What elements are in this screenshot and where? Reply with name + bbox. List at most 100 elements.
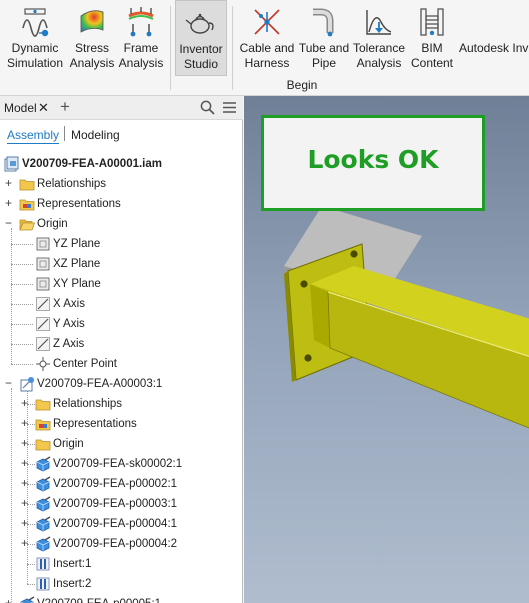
add-tab-icon[interactable]: + (60, 97, 70, 117)
bim-content-button[interactable]: BIM Content (408, 0, 456, 76)
collapse-icon[interactable]: − (4, 377, 13, 389)
tube-and-pipe-label: Tube and Pipe (298, 41, 350, 70)
expand-icon[interactable]: + (20, 397, 29, 409)
tree-item-xz-plane[interactable]: XZ Plane (0, 254, 243, 274)
work-axis-icon (36, 297, 50, 311)
browser-subtabs: Assembly Modeling (0, 122, 243, 144)
expand-icon[interactable]: + (4, 597, 13, 603)
tree-item-origin[interactable]: + Origin (0, 434, 243, 454)
part-icon (36, 456, 51, 472)
tree-item-label: V200709-FEA-sk00002:1 (53, 458, 183, 470)
dynamic-simulation-icon (22, 8, 49, 37)
close-icon[interactable]: ✕ (38, 100, 49, 116)
assembly-doc-icon (4, 156, 19, 172)
tree-item-v200709-fea-a00001-iam[interactable]: V200709-FEA-A00001.iam (0, 154, 243, 174)
tab-assembly[interactable]: Assembly (7, 128, 60, 144)
tab-modeling[interactable]: Modeling (71, 128, 120, 142)
tolerance-analysis-button[interactable]: Tolerance Analysis (351, 0, 407, 76)
tree-item-relationships[interactable]: + Relationships (0, 394, 243, 414)
work-axis-icon (36, 337, 50, 351)
tree-item-v200709-fea-p00002-1[interactable]: + V200709-FEA-p00002:1 (0, 474, 243, 494)
expand-icon[interactable]: + (4, 197, 13, 209)
expand-icon[interactable]: + (20, 417, 29, 429)
search-icon[interactable] (200, 100, 215, 115)
cable-harness-icon (254, 9, 280, 35)
bim-content-icon (420, 8, 444, 36)
expand-icon[interactable]: + (20, 477, 29, 489)
tree-item-origin[interactable]: − Origin (0, 214, 243, 234)
part-icon (36, 496, 51, 512)
expand-icon[interactable]: + (20, 497, 29, 509)
inventor-studio-button[interactable]: Inventor Studio (175, 0, 227, 76)
expand-icon[interactable]: + (20, 457, 29, 469)
tube-pipe-icon (313, 8, 334, 37)
tree-item-label: XY Plane (53, 278, 101, 290)
ribbon-separator (170, 6, 171, 90)
browser-title: Model (4, 101, 37, 115)
expand-icon[interactable]: + (4, 177, 13, 189)
tree-item-label: Insert:2 (53, 578, 92, 590)
tree-item-label: YZ Plane (53, 238, 101, 250)
bolt-hole (300, 280, 308, 288)
tree-item-xy-plane[interactable]: XY Plane (0, 274, 243, 294)
tolerance-analysis-icon (366, 10, 392, 35)
tree-item-v200709-fea-a00003-1[interactable]: − V200709-FEA-A00003:1 (0, 374, 243, 394)
tree-item-v200709-fea-p00004-2[interactable]: + V200709-FEA-p00004:2 (0, 534, 243, 554)
graphics-viewport[interactable]: Looks OK (244, 96, 529, 603)
frame-analysis-icon (128, 7, 154, 37)
tree-item-representations[interactable]: + Representations (0, 414, 243, 434)
part-icon (36, 516, 51, 532)
tree-item-v200709-fea-p00003-1[interactable]: + V200709-FEA-p00003:1 (0, 494, 243, 514)
part-icon (20, 596, 35, 603)
tree-item-label: X Axis (53, 298, 85, 310)
bolt-hole (350, 250, 358, 258)
collapse-icon[interactable]: − (4, 217, 13, 229)
browser-header: Model ✕ + (0, 96, 243, 120)
tree-item-center-point[interactable]: Center Point (0, 354, 243, 374)
tree-item-label: V200709-FEA-A00003:1 (37, 378, 163, 390)
tube-and-pipe-button[interactable]: Tube and Pipe (298, 0, 350, 76)
tree-item-representations[interactable]: + Representations (0, 194, 243, 214)
tree-item-label: Representations (53, 418, 137, 430)
autodesk-inventor-button[interactable]: Autodesk Inv (458, 0, 529, 76)
dynamic-simulation-button[interactable]: Dynamic Simulation (2, 0, 68, 76)
tree-item-v200709-fea-sk00002-1[interactable]: + V200709-FEA-sk00002:1 (0, 454, 243, 474)
autodesk-inventor-label: Autodesk Inv (459, 41, 529, 55)
tree-item-v200709-fea-p00005-1[interactable]: + V200709-FEA-p00005:1 (0, 594, 243, 603)
tree-item-label: Origin (37, 218, 68, 230)
expand-icon[interactable]: + (20, 437, 29, 449)
center-point-icon (36, 357, 50, 371)
tree-item-label: Representations (37, 198, 121, 210)
tree-item-label: V200709-FEA-p00003:1 (53, 498, 178, 510)
tree-item-label: Relationships (37, 178, 107, 190)
tree-item-yz-plane[interactable]: YZ Plane (0, 234, 243, 254)
folder-icon (19, 179, 35, 191)
menu-icon[interactable] (222, 100, 237, 115)
stress-analysis-button[interactable]: Stress Analysis (68, 0, 116, 76)
ribbon: Dynamic Simulation Stress Analysis Frame… (0, 0, 529, 96)
folder-icon (35, 439, 51, 451)
tree-item-insert-2[interactable]: Insert:2 (0, 574, 243, 594)
tab-divider (64, 126, 65, 141)
tree-item-z-axis[interactable]: Z Axis (0, 334, 243, 354)
expand-icon[interactable]: + (20, 517, 29, 529)
tree-item-relationships[interactable]: + Relationships (0, 174, 243, 194)
tree-item-label: V200709-FEA-p00004:2 (53, 538, 178, 550)
bim-content-label: BIM Content (410, 41, 454, 70)
frame-analysis-label: Frame Analysis (118, 41, 164, 70)
tree-item-v200709-fea-p00004-1[interactable]: + V200709-FEA-p00004:1 (0, 514, 243, 534)
status-note: Looks OK (261, 115, 485, 211)
insert-constraint-icon (36, 577, 50, 591)
tree-item-label: Origin (53, 438, 84, 450)
cable-and-harness-label: Cable and Harness (239, 41, 295, 70)
model-browser: Model ✕ + Assembly Modeling V200709-FEA-… (0, 96, 243, 603)
tree-item-x-axis[interactable]: X Axis (0, 294, 243, 314)
expand-icon[interactable]: + (20, 537, 29, 549)
cable-and-harness-button[interactable]: Cable and Harness (237, 0, 297, 76)
tree-item-label: Relationships (53, 398, 123, 410)
tree-item-label: V200709-FEA-p00005:1 (37, 594, 161, 603)
tree-item-y-axis[interactable]: Y Axis (0, 314, 243, 334)
tree-item-insert-1[interactable]: Insert:1 (0, 554, 243, 574)
tree-item-label: V200709-FEA-p00002:1 (53, 478, 178, 490)
frame-analysis-button[interactable]: Frame Analysis (117, 0, 165, 76)
